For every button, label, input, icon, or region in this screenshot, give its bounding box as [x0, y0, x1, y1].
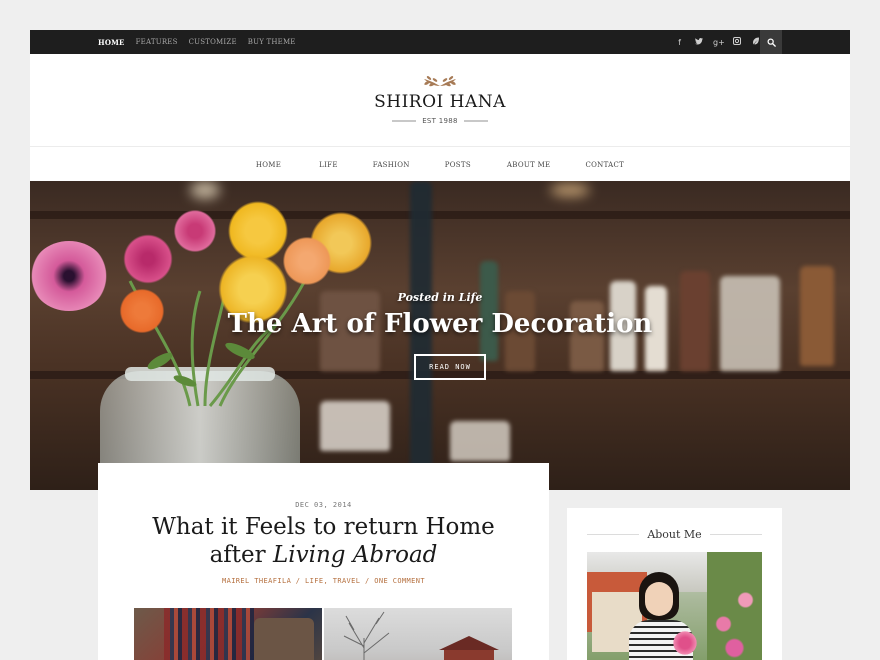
page-frame: HOME FEATURES CUSTOMIZE BUY THEME f g+ S… [30, 30, 850, 660]
person-face [645, 582, 673, 616]
post-image-plaid[interactable] [134, 608, 322, 660]
widget-title: About Me [647, 528, 702, 541]
main-nav: HOME LIFE FASHION POSTS ABOUT ME CONTACT [30, 148, 850, 181]
nav-contact[interactable]: CONTACT [585, 161, 624, 169]
nav-life[interactable]: LIFE [319, 161, 338, 169]
site-header: SHIROI HANA EST 1988 [30, 54, 850, 147]
widget-header: About Me [587, 528, 763, 541]
sidebar-about-widget: About Me [567, 508, 782, 660]
leaf-icon[interactable] [751, 37, 760, 47]
divider [587, 534, 640, 535]
plaid-shirt [164, 608, 254, 660]
nav-posts[interactable]: POSTS [445, 161, 471, 169]
top-nav-home[interactable]: HOME [98, 38, 125, 47]
post-title[interactable]: What it Feels to return Home after Livin… [98, 513, 549, 569]
hero-slider[interactable]: Posted in Life The Art of Flower Decorat… [30, 181, 850, 490]
flower-bush [707, 552, 762, 660]
read-now-label: READ NOW [429, 363, 471, 371]
pink-flower [118, 231, 178, 287]
post-title-line1: What it Feels to return Home [152, 514, 495, 540]
google-plus-icon[interactable]: g+ [713, 38, 725, 47]
pink-flower [170, 206, 220, 256]
instagram-icon[interactable] [732, 37, 741, 47]
light [190, 181, 220, 199]
hero-title[interactable]: The Art of Flower Decoration [30, 309, 850, 339]
post-date: DEC 03, 2014 [295, 501, 352, 509]
search-icon [767, 38, 776, 47]
light [550, 183, 590, 197]
social-links: f g+ [675, 30, 760, 54]
bag [450, 421, 510, 461]
top-nav-customize[interactable]: CUSTOMIZE [189, 38, 237, 46]
post-title-emphasis: Living Abroad [272, 542, 438, 568]
post-title-prefix: after [209, 542, 273, 568]
divider [709, 534, 763, 535]
twitter-icon[interactable] [694, 37, 703, 47]
established-text: EST 1988 [422, 117, 458, 125]
about-me-photo[interactable] [587, 552, 762, 660]
divider [463, 120, 488, 122]
laurel-logo-icon[interactable] [418, 74, 462, 90]
site-title[interactable]: SHIROI HANA [30, 92, 850, 112]
top-nav: HOME FEATURES CUSTOMIZE BUY THEME [98, 30, 296, 54]
bag [320, 401, 390, 451]
established-tagline: EST 1988 [30, 117, 850, 125]
bare-tree [343, 611, 499, 660]
post-title-line2: after Living Abroad [98, 541, 549, 569]
search-button[interactable] [760, 30, 782, 54]
held-flowers [671, 630, 699, 656]
top-nav-buy-theme[interactable]: BUY THEME [248, 38, 296, 46]
post-image-tree[interactable] [324, 608, 512, 660]
hand [254, 618, 314, 660]
facebook-icon[interactable]: f [675, 38, 684, 47]
hero-category[interactable]: Posted in Life [30, 291, 850, 304]
nav-about-me[interactable]: ABOUT ME [507, 161, 551, 169]
nav-fashion[interactable]: FASHION [373, 161, 410, 169]
post-meta[interactable]: MAIREL THEAFILA / LIFE, TRAVEL / ONE COM… [98, 577, 549, 585]
peach-ranunculus [280, 231, 334, 291]
divider [392, 120, 417, 122]
nav-home[interactable]: HOME [256, 161, 281, 169]
read-now-button[interactable]: READ NOW [414, 354, 486, 380]
top-bar: HOME FEATURES CUSTOMIZE BUY THEME f g+ [30, 30, 850, 54]
top-nav-features[interactable]: FEATURES [136, 38, 178, 46]
post-card: DEC 03, 2014 What it Feels to return Hom… [98, 463, 549, 660]
